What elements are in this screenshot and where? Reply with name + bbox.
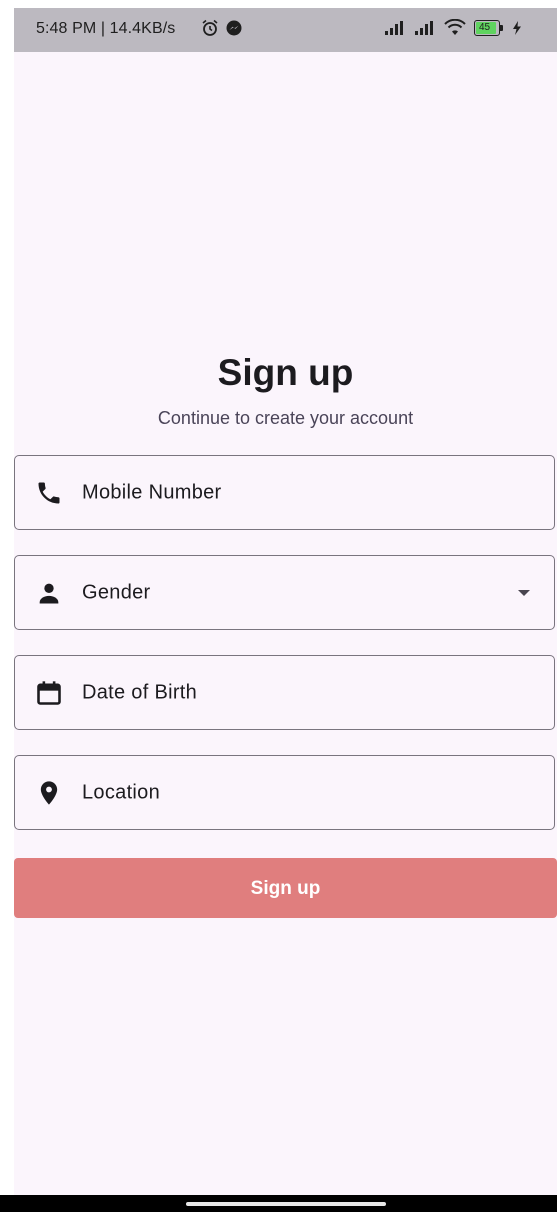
status-time: 5:48 PM | 14.4KB/s [36,20,176,37]
location-field[interactable]: Location [14,755,555,830]
signal-icon [415,21,433,35]
date-of-birth-label: Date of Birth [82,681,198,703]
navigation-bar [0,1195,557,1212]
status-icons-right: 45 [384,19,522,37]
phone-icon [38,482,60,503]
chevron-down-icon[interactable] [516,588,532,598]
app-screen: 5:48 PM | 14.4KB/s 45 Sign up Continue t… [14,8,557,1212]
signal-icon [385,21,403,35]
battery-icon: 45 [474,20,504,36]
mobile-number-label: Mobile Number [82,481,222,503]
location-label: Location [82,781,161,803]
home-indicator[interactable] [186,1202,386,1206]
gender-label: Gender [82,581,151,603]
status-icons-left [201,19,243,37]
status-bar: 5:48 PM | 14.4KB/s 45 [14,8,557,52]
charging-icon [513,21,521,35]
battery-level: 45 [479,22,491,33]
sign-up-button[interactable]: Sign up [14,858,557,918]
wifi-icon [444,19,466,35]
page-title: Sign up [217,352,354,393]
messenger-icon [226,20,242,36]
location-pin-icon [40,780,58,805]
mobile-number-field[interactable]: Mobile Number [14,455,555,530]
date-of-birth-field[interactable]: Date of Birth [14,655,555,730]
alarm-icon [202,19,218,36]
calendar-icon [37,680,61,705]
page-subtitle: Continue to create your account [157,408,414,428]
gender-select[interactable]: Gender [14,555,555,630]
person-icon [39,583,59,603]
